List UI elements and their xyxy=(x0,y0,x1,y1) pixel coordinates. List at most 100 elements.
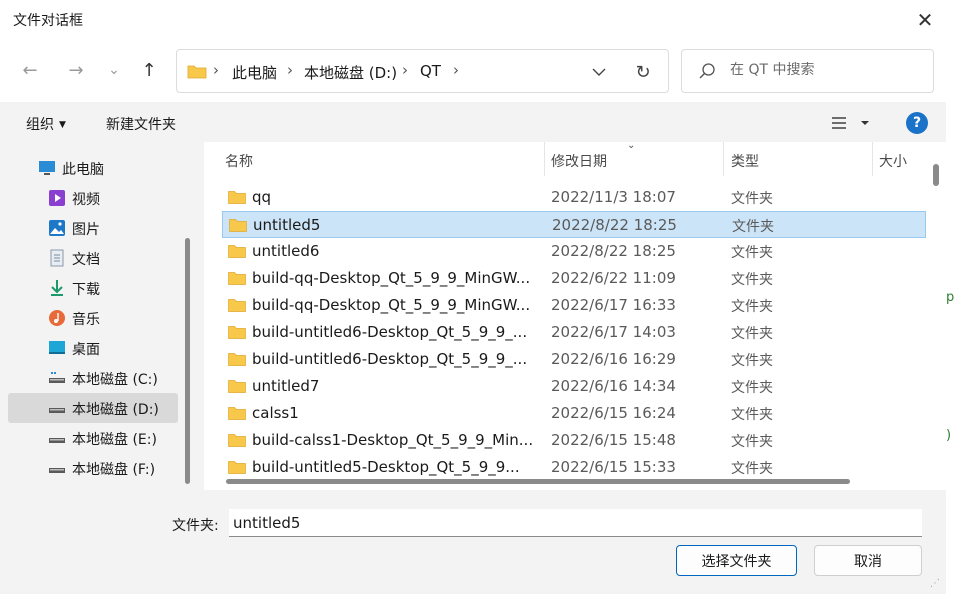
file-list: 名称 ⌄ 修改日期 类型 大小 qq 2022/11/3 18:07 文件夹 unti… xyxy=(204,142,946,490)
file-modified: 2022/6/16 14:34 xyxy=(551,377,676,395)
file-row[interactable]: untitled7 2022/6/16 14:34 文件夹 xyxy=(222,373,926,400)
new-folder-label: 新建文件夹 xyxy=(106,117,176,133)
title-bar: 文件对话框 ✕ xyxy=(0,0,946,40)
select-folder-button[interactable]: 选择文件夹 xyxy=(676,545,797,576)
folder-icon xyxy=(228,353,246,366)
file-dialog: 文件对话框 ✕ ← → ⌄ ↑ › 此电脑 › 本地磁盘 (D:) › QT ›… xyxy=(0,0,946,594)
search-box[interactable] xyxy=(681,49,934,93)
back-button[interactable]: ← xyxy=(15,54,45,86)
close-icon: ✕ xyxy=(916,8,934,32)
file-row[interactable]: build-untitled6-Desktop_Qt_5_9_9_... 2022… xyxy=(222,319,926,346)
file-row[interactable]: build-qq-Desktop_Qt_5_9_9_MinGW... 2022/6… xyxy=(222,292,926,319)
navigation-bar: ← → ⌄ ↑ › 此电脑 › 本地磁盘 (D:) › QT › ↻ 在 QT … xyxy=(0,40,946,102)
file-name: build-qq-Desktop_Qt_5_9_9_MinGW... xyxy=(252,296,531,314)
column-divider[interactable] xyxy=(544,142,545,176)
sidebar-item-label: 图片 xyxy=(72,222,100,238)
sidebar-item-drive-e[interactable]: 本地磁盘 (E:) xyxy=(8,423,178,453)
file-name: untitled5 xyxy=(253,216,321,234)
sidebar-item-pictures[interactable]: 图片 xyxy=(8,213,178,243)
up-arrow-icon: ↑ xyxy=(141,59,157,81)
file-list-horizontal-scrollbar[interactable] xyxy=(226,479,850,484)
sidebar-item-drive-c[interactable]: 本地磁盘 (C:) xyxy=(8,363,178,393)
sidebar-item-downloads[interactable]: 下载 xyxy=(8,273,178,303)
file-name: calss1 xyxy=(252,404,299,422)
file-type: 文件夹 xyxy=(731,299,773,315)
refresh-button[interactable]: ↻ xyxy=(629,59,657,85)
file-row[interactable]: untitled5 2022/8/22 18:25 文件夹 xyxy=(222,211,926,238)
desktop-icon xyxy=(49,341,65,354)
view-options-button[interactable] xyxy=(828,112,874,134)
file-type: 文件夹 xyxy=(731,326,773,342)
sidebar-item-label: 文档 xyxy=(72,252,100,268)
help-icon: ? xyxy=(912,115,922,131)
file-modified: 2022/8/22 18:25 xyxy=(551,242,676,260)
file-modified: 2022/6/17 14:03 xyxy=(551,323,676,341)
sidebar-item-videos[interactable]: 视频 xyxy=(8,183,178,213)
file-row[interactable]: untitled6 2022/8/22 18:25 文件夹 xyxy=(222,238,926,265)
list-view-icon xyxy=(832,117,869,129)
organize-button[interactable]: 组织 ▼ xyxy=(26,114,66,134)
sidebar-scrollbar[interactable] xyxy=(185,238,190,484)
file-type: 文件夹 xyxy=(731,434,773,450)
recent-locations-button[interactable]: ⌄ xyxy=(99,54,129,86)
file-row[interactable]: build-calss1-Desktop_Qt_5_9_9_Min... 2022… xyxy=(222,427,926,454)
file-name: untitled7 xyxy=(252,377,320,395)
file-row[interactable]: build-untitled6-Desktop_Qt_5_9_9_... 2022… xyxy=(222,346,926,373)
column-header-type[interactable]: 类型 xyxy=(731,151,759,171)
resize-grip-icon[interactable]: ⋰ xyxy=(930,578,940,589)
address-dropdown-button[interactable] xyxy=(585,59,613,85)
sidebar-item-label: 本地磁盘 (D:) xyxy=(72,402,159,418)
file-row[interactable]: build-untitled5-Desktop_Qt_5_9_9... 2022/… xyxy=(222,454,926,481)
sidebar-item-this-pc[interactable]: 此电脑 xyxy=(8,153,178,183)
select-folder-label: 选择文件夹 xyxy=(701,553,772,570)
folder-name-input[interactable] xyxy=(229,509,922,537)
file-name: build-untitled6-Desktop_Qt_5_9_9_... xyxy=(252,350,528,368)
column-header-name[interactable]: 名称 xyxy=(225,151,253,171)
close-button[interactable]: ✕ xyxy=(905,0,945,40)
file-type: 文件夹 xyxy=(731,407,773,423)
file-name: qq xyxy=(252,188,272,206)
sidebar-item-label: 此电脑 xyxy=(62,162,104,178)
column-header-modified[interactable]: 修改日期 xyxy=(551,151,607,171)
column-divider[interactable] xyxy=(872,142,873,176)
up-button[interactable]: ↑ xyxy=(134,54,164,86)
column-divider[interactable] xyxy=(723,142,724,176)
caret-down-icon: ▼ xyxy=(59,120,66,130)
file-modified: 2022/6/15 15:33 xyxy=(551,458,676,476)
sidebar-item-label: 音乐 xyxy=(72,312,100,328)
sidebar-item-documents[interactable]: 文档 xyxy=(8,243,178,273)
sidebar-item-music[interactable]: 音乐 xyxy=(8,303,178,333)
sidebar-item-drive-f[interactable]: 本地磁盘 (F:) xyxy=(8,453,178,483)
search-input[interactable] xyxy=(730,62,920,78)
breadcrumb-this-pc[interactable]: 此电脑 xyxy=(232,62,277,83)
music-icon xyxy=(49,310,65,326)
file-modified: 2022/6/22 11:09 xyxy=(551,269,676,287)
sidebar-item-label: 下载 xyxy=(72,282,100,298)
command-bar: 组织 ▼ 新建文件夹 xyxy=(0,102,946,142)
file-type: 文件夹 xyxy=(731,191,773,207)
dialog-footer: 文件夹: 选择文件夹 取消 xyxy=(0,490,946,594)
file-row[interactable]: qq 2022/11/3 18:07 文件夹 xyxy=(222,184,926,211)
sidebar-item-label: 桌面 xyxy=(72,342,100,358)
breadcrumb-qt[interactable]: QT xyxy=(420,62,441,80)
folder-icon xyxy=(228,326,246,339)
navigation-pane: 此电脑 视频 图片 文档 下载 音乐 桌面 本地磁盘 (C:) 本地磁盘 (D:… xyxy=(0,142,196,490)
search-icon xyxy=(699,63,715,79)
help-button[interactable]: ? xyxy=(906,112,928,134)
cancel-label: 取消 xyxy=(854,553,882,570)
file-list-vertical-scrollbar[interactable] xyxy=(933,164,939,186)
column-header-size[interactable]: 大小 xyxy=(879,151,907,171)
forward-button[interactable]: → xyxy=(61,54,91,86)
folder-icon xyxy=(228,245,246,258)
address-bar[interactable]: › 此电脑 › 本地磁盘 (D:) › QT › ↻ xyxy=(176,49,669,93)
cancel-button[interactable]: 取消 xyxy=(814,545,922,576)
breadcrumb-drive-d[interactable]: 本地磁盘 (D:) xyxy=(304,62,397,83)
new-folder-button[interactable]: 新建文件夹 xyxy=(106,114,176,134)
sidebar-item-desktop[interactable]: 桌面 xyxy=(8,333,178,363)
picture-icon xyxy=(49,220,65,236)
file-row[interactable]: calss1 2022/6/15 16:24 文件夹 xyxy=(222,400,926,427)
sidebar-item-drive-d[interactable]: 本地磁盘 (D:) xyxy=(8,393,178,423)
file-type: 文件夹 xyxy=(731,353,773,369)
file-modified: 2022/6/15 15:48 xyxy=(551,431,676,449)
file-row[interactable]: build-qq-Desktop_Qt_5_9_9_MinGW... 2022/6… xyxy=(222,265,926,292)
